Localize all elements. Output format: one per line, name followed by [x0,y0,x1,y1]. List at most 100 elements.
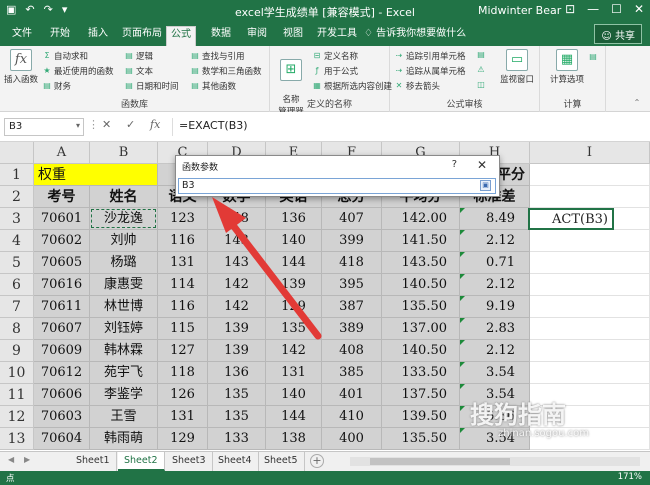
use-in-formula-button[interactable]: ƒ 用于公式 [312,65,358,77]
row-header[interactable]: 3 [0,208,34,230]
sheet-tab[interactable]: Sheet4 [212,452,259,471]
table-cell[interactable]: 70612 [34,362,90,384]
table-cell[interactable]: 康惠雯 [90,274,158,296]
tab-data[interactable]: 数据 [207,26,235,46]
table-cell[interactable]: 70605 [34,252,90,274]
weight-label[interactable]: 权重 [34,164,158,186]
table-cell[interactable]: 131 [158,406,208,428]
table-cell[interactable]: 2.12 [460,340,530,362]
argument-input[interactable]: B3 ▣ [178,178,496,194]
column-header[interactable]: A [34,142,90,164]
cell[interactable] [530,186,650,208]
table-cell[interactable]: 143.50 [382,252,460,274]
more-functions-button[interactable]: ▤ 其他函数 [190,80,236,92]
help-button[interactable]: ? [452,159,457,170]
table-cell[interactable]: 9.19 [460,296,530,318]
ribbon-display-icon[interactable]: ⊡ [565,2,575,16]
cell[interactable] [530,252,650,274]
calc-now-button[interactable]: ▤ [588,52,598,62]
evaluate-formula-button[interactable]: ◫ [476,80,486,90]
table-cell[interactable]: 136 [208,362,266,384]
select-all-corner[interactable] [0,142,34,164]
collapse-ribbon-button[interactable]: ⌃ [632,98,642,108]
table-cell[interactable]: 142 [266,340,322,362]
table-cell[interactable]: 138 [266,428,322,450]
table-cell[interactable]: 韩雨萌 [90,428,158,450]
add-sheet-button[interactable]: + [310,454,324,468]
math-button[interactable]: ▤ 数学和三角函数 [190,65,261,77]
table-cell[interactable]: 70616 [34,274,90,296]
cell[interactable] [530,274,650,296]
name-box[interactable]: B3 ▾ [4,118,84,136]
table-cell[interactable]: 144 [266,406,322,428]
tab-view[interactable]: 视图 [279,26,307,46]
table-cell[interactable]: 401 [322,384,382,406]
sheet-tab-active[interactable]: Sheet2 [118,452,165,471]
insert-function-button[interactable]: fx 插入函数 [4,49,38,85]
trace-precedents-button[interactable]: ⇢ 追踪引用单元格 [394,50,466,62]
text-button[interactable]: ▤ 文本 [124,65,153,77]
cell[interactable] [530,164,650,186]
table-cell[interactable]: 70606 [34,384,90,406]
table-cell[interactable]: 0.71 [460,252,530,274]
table-cell[interactable]: 395 [322,274,382,296]
row-header[interactable]: 12 [0,406,34,428]
cell[interactable] [530,230,650,252]
sheet-tab[interactable]: Sheet3 [166,452,213,471]
column-header[interactable]: B [90,142,158,164]
table-cell[interactable]: 苑宇飞 [90,362,158,384]
row-header[interactable]: 13 [0,428,34,450]
table-cell[interactable]: 137.50 [382,384,460,406]
error-checking-button[interactable]: ⚠ [476,65,486,75]
table-cell[interactable]: 135 [208,406,266,428]
table-cell[interactable]: 387 [322,296,382,318]
table-cell[interactable]: 139 [208,340,266,362]
table-cell[interactable]: 399 [322,230,382,252]
dialog-close-button[interactable]: ✕ [477,158,487,172]
show-formulas-button[interactable]: ▤ [476,50,486,60]
trace-dependents-button[interactable]: ⇢ 追踪从属单元格 [394,65,466,77]
lookup-button[interactable]: ▤ 查找与引用 [190,50,244,62]
table-cell[interactable]: 林世博 [90,296,158,318]
column-title[interactable]: 考号 [34,186,90,208]
table-cell[interactable]: 131 [266,362,322,384]
table-cell[interactable]: 2.12 [460,274,530,296]
row-header[interactable]: 4 [0,230,34,252]
table-cell[interactable]: 408 [322,340,382,362]
editing-cell-i3[interactable]: ACT(B3) [528,208,614,230]
financial-button[interactable]: ▤ 财务 [42,80,71,92]
table-cell[interactable]: 137.00 [382,318,460,340]
remove-arrows-button[interactable]: ✕ 移去箭头 [394,80,440,92]
row-header[interactable]: 7 [0,296,34,318]
tab-review[interactable]: 审阅 [243,26,271,46]
tab-formulas[interactable]: 公式 [166,26,196,46]
row-header[interactable]: 2 [0,186,34,208]
table-cell[interactable]: 116 [158,296,208,318]
table-cell[interactable]: 135 [208,384,266,406]
table-cell[interactable]: 123 [158,208,208,230]
table-cell[interactable]: 139.50 [382,406,460,428]
table-cell[interactable]: 148 [208,208,266,230]
sheet-tab[interactable]: Sheet5 [258,452,305,471]
table-cell[interactable]: 131 [158,252,208,274]
table-cell[interactable]: 韩林霖 [90,340,158,362]
table-cell[interactable]: 142 [208,296,266,318]
table-cell[interactable]: 142 [208,274,266,296]
table-cell[interactable]: 114 [158,274,208,296]
row-header[interactable]: 10 [0,362,34,384]
tab-page-layout[interactable]: 页面布局 [118,26,166,46]
table-cell[interactable]: 139 [208,318,266,340]
watch-window-button[interactable]: ▭ 监视窗口 [500,49,534,85]
table-cell[interactable]: 135 [266,318,322,340]
column-title[interactable]: 姓名 [90,186,158,208]
table-cell[interactable]: 142.00 [382,208,460,230]
table-cell[interactable]: 140.50 [382,340,460,362]
table-cell[interactable]: 139 [266,274,322,296]
row-header[interactable]: 8 [0,318,34,340]
table-cell[interactable]: 70611 [34,296,90,318]
table-cell[interactable]: 400 [322,428,382,450]
table-cell[interactable]: 2.83 [460,318,530,340]
table-cell[interactable]: 140.50 [382,274,460,296]
row-header[interactable]: 6 [0,274,34,296]
logical-button[interactable]: ▤ 逻辑 [124,50,153,62]
